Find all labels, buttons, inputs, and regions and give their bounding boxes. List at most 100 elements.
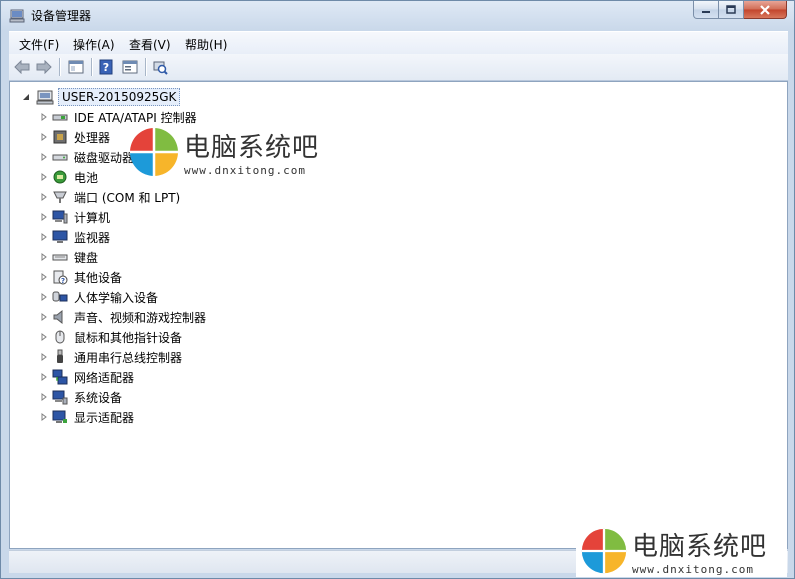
expand-icon[interactable] [40, 313, 48, 321]
tree-item-disk[interactable]: 磁盘驱动器 [40, 148, 134, 166]
tree-item-label: 声音、视频和游戏控制器 [74, 310, 207, 325]
tree-item-label: 网络适配器 [74, 370, 135, 385]
monitor-icon [52, 230, 68, 243]
scan-hardware-button[interactable] [151, 58, 169, 76]
watermark-url: www.dnxitong.com [632, 563, 754, 576]
expand-icon[interactable] [40, 333, 48, 341]
tree-item-label: 端口 (COM 和 LPT) [74, 190, 181, 205]
tree-item-monitor[interactable]: 监视器 [40, 228, 110, 246]
tree-root[interactable]: USER-20150925GK [22, 88, 181, 106]
toolbar-separator [145, 58, 147, 76]
watermark-center: 电脑系统吧 www.dnxitong.com [128, 126, 319, 178]
menu-view[interactable]: 查看(V) [129, 36, 171, 53]
maximize-icon [726, 5, 736, 14]
expand-icon[interactable] [40, 353, 48, 361]
expand-icon[interactable] [40, 293, 48, 301]
computer-icon [52, 210, 68, 224]
computer-name[interactable]: USER-20150925GK [58, 88, 181, 106]
hid-icon [52, 291, 68, 302]
close-icon [760, 4, 770, 15]
tree-item-ports[interactable]: 端口 (COM 和 LPT) [40, 188, 180, 206]
tree-item-mouse[interactable]: 鼠标和其他指针设备 [40, 328, 182, 346]
menu-help[interactable]: 帮助(H) [185, 36, 227, 53]
windows-logo-icon [581, 528, 627, 574]
watermark-url: www.dnxitong.com [184, 164, 306, 177]
tree-item-label: 人体学输入设备 [74, 290, 159, 305]
title-bar[interactable]: 设备管理器 [1, 1, 794, 29]
close-button[interactable] [744, 1, 787, 19]
tree-item-label: 显示适配器 [74, 410, 135, 425]
other-devices-icon: ? [53, 270, 68, 285]
help-icon: ? [99, 59, 113, 75]
expand-icon[interactable] [40, 253, 48, 261]
forward-button[interactable] [35, 58, 53, 76]
expand-icon[interactable] [40, 113, 48, 121]
display-adapter-icon [52, 410, 67, 423]
tree-item-system[interactable]: 系统设备 [40, 388, 122, 406]
keyboard-icon [52, 254, 68, 261]
menu-action[interactable]: 操作(A) [73, 36, 115, 53]
expand-icon[interactable] [40, 173, 48, 181]
device-manager-window: 设备管理器 文件(F) 操作(A) 查看(V) 帮助(H) ? USER-201… [0, 0, 795, 579]
help-button[interactable]: ? [97, 58, 115, 76]
processor-icon [53, 130, 67, 144]
tree-item-label: 通用串行总线控制器 [74, 350, 183, 365]
tree-item-label: 计算机 [74, 210, 111, 225]
device-tree[interactable]: USER-20150925GK IDE ATA/ATAPI 控制器 处理器 磁盘… [9, 81, 788, 549]
toolbar-separator [91, 58, 93, 76]
tree-item-ide[interactable]: IDE ATA/ATAPI 控制器 [40, 108, 197, 126]
back-button[interactable] [13, 58, 31, 76]
tree-item-label: 系统设备 [74, 390, 123, 405]
expand-icon[interactable] [40, 413, 48, 421]
tree-item-processor[interactable]: 处理器 [40, 128, 110, 146]
maximize-button[interactable] [719, 1, 744, 19]
tree-item-other[interactable]: ? 其他设备 [40, 268, 122, 286]
tree-item-keyboard[interactable]: 键盘 [40, 248, 98, 266]
tree-item-label: 磁盘驱动器 [74, 150, 135, 165]
scan-hardware-icon [153, 61, 168, 75]
svg-text:?: ? [103, 61, 109, 74]
menu-file[interactable]: 文件(F) [19, 36, 59, 53]
expand-icon[interactable] [40, 133, 48, 141]
window-title: 设备管理器 [31, 9, 92, 23]
toolbar: ? [9, 54, 788, 81]
expand-icon[interactable] [40, 373, 48, 381]
collapse-icon[interactable] [22, 93, 30, 101]
expand-icon[interactable] [40, 193, 48, 201]
watermark-name: 电脑系统吧 [632, 532, 768, 562]
watermark-corner: 电脑系统吧 www.dnxitong.com [576, 525, 787, 577]
menu-bar: 文件(F) 操作(A) 查看(V) 帮助(H) [9, 31, 788, 54]
network-adapter-icon [52, 369, 68, 385]
tree-item-usb[interactable]: 通用串行总线控制器 [40, 348, 182, 366]
device-manager-icon [9, 9, 25, 23]
expand-icon[interactable] [40, 153, 48, 161]
tree-item-label: 电池 [74, 170, 99, 185]
back-icon [14, 60, 30, 74]
expand-icon[interactable] [40, 273, 48, 281]
tree-item-battery[interactable]: 电池 [40, 168, 98, 186]
tree-item-display[interactable]: 显示适配器 [40, 408, 134, 426]
battery-icon [53, 170, 67, 184]
usb-icon [57, 349, 63, 363]
tree-item-label: 其他设备 [74, 270, 123, 285]
mouse-icon [55, 330, 65, 344]
forward-icon [36, 60, 52, 74]
expand-icon[interactable] [40, 213, 48, 221]
tree-item-hid[interactable]: 人体学输入设备 [40, 288, 158, 306]
windows-logo-icon [130, 128, 178, 176]
system-devices-icon [52, 390, 68, 405]
tree-item-sound[interactable]: 声音、视频和游戏控制器 [40, 308, 206, 326]
tree-item-computer[interactable]: 计算机 [40, 208, 110, 226]
expand-icon[interactable] [40, 393, 48, 401]
toolbar-separator [59, 58, 61, 76]
properties-icon [122, 60, 138, 74]
caption-buttons [693, 1, 787, 20]
tree-item-network[interactable]: 网络适配器 [40, 368, 134, 386]
expand-icon[interactable] [40, 233, 48, 241]
properties-button[interactable] [121, 58, 139, 76]
show-hide-console-tree-button[interactable] [67, 58, 85, 76]
minimize-icon [702, 10, 710, 13]
disk-drive-icon [52, 154, 68, 161]
show-hide-console-tree-icon [68, 60, 84, 74]
minimize-button[interactable] [693, 1, 719, 19]
